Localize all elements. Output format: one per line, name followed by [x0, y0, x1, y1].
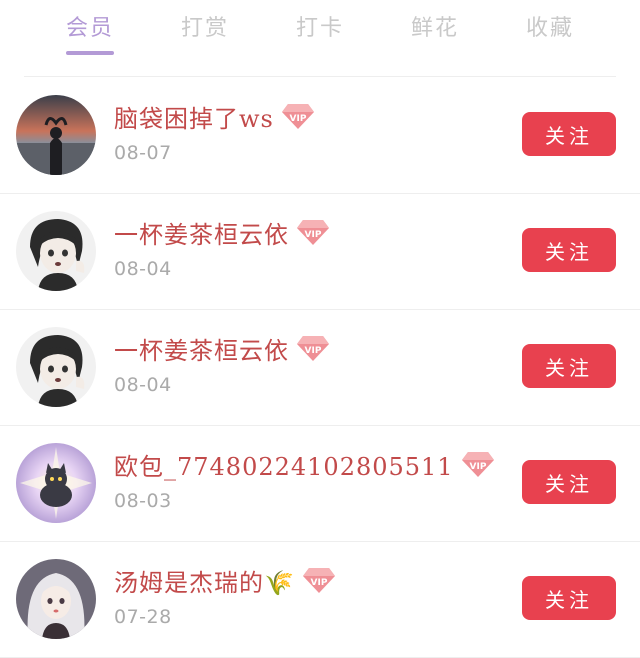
- join-date: 08-04: [114, 374, 172, 396]
- join-date: 07-28: [114, 606, 172, 628]
- user-name[interactable]: 一杯姜茶桓云依: [114, 331, 289, 366]
- user-name[interactable]: 欧包_77480224102805511: [114, 447, 454, 482]
- follow-button[interactable]: 关注: [522, 228, 616, 272]
- join-date: 08-07: [114, 142, 172, 164]
- white-hair-girl-avatar[interactable]: [16, 559, 96, 639]
- list-item: 一杯姜茶桓云依 VIP 08-04 关注: [0, 194, 640, 310]
- tab-favorites[interactable]: 收藏: [510, 10, 590, 42]
- anime-girl-avatar[interactable]: [16, 211, 96, 291]
- tab-checkin[interactable]: 打卡: [280, 10, 360, 42]
- vip-diamond-icon: VIP: [460, 449, 496, 479]
- name-line: 一杯姜茶桓云依 VIP: [114, 215, 331, 250]
- active-tab-indicator: [66, 51, 114, 55]
- vip-diamond-icon: VIP: [295, 333, 331, 363]
- anime-girl-avatar[interactable]: [16, 327, 96, 407]
- name-line: 一杯姜茶桓云依 VIP: [114, 331, 331, 366]
- follow-button[interactable]: 关注: [522, 460, 616, 504]
- member-list: 脑袋困掉了ws VIP 08-07 关注 一杯姜茶桓云依 VIP 08-04 关…: [0, 78, 640, 658]
- divider: [24, 76, 616, 77]
- tab-bar: 会员 打赏 打卡 鲜花 收藏: [0, 0, 640, 77]
- name-line: 欧包_77480224102805511 VIP: [114, 447, 496, 482]
- name-line: 脑袋困掉了ws VIP: [114, 99, 316, 134]
- vip-diamond-icon: VIP: [301, 565, 337, 595]
- svg-text:VIP: VIP: [305, 230, 322, 240]
- join-date: 08-04: [114, 258, 172, 280]
- tab-flowers[interactable]: 鲜花: [395, 10, 475, 42]
- list-item: 汤姆是杰瑞的🌾 VIP 07-28 关注: [0, 542, 640, 658]
- glowing-cat-avatar[interactable]: [16, 443, 96, 523]
- svg-text:VIP: VIP: [289, 114, 306, 124]
- tab-rewards[interactable]: 打赏: [165, 10, 245, 42]
- follow-button[interactable]: 关注: [522, 576, 616, 620]
- list-item: 脑袋困掉了ws VIP 08-07 关注: [0, 78, 640, 194]
- follow-button[interactable]: 关注: [522, 112, 616, 156]
- vip-diamond-icon: VIP: [295, 217, 331, 247]
- svg-text:VIP: VIP: [305, 346, 322, 356]
- list-item: 一杯姜茶桓云依 VIP 08-04 关注: [0, 310, 640, 426]
- name-line: 汤姆是杰瑞的🌾 VIP: [114, 563, 337, 598]
- vip-diamond-icon: VIP: [280, 101, 316, 131]
- heart-hands-photo-avatar[interactable]: [16, 95, 96, 175]
- user-name[interactable]: 一杯姜茶桓云依: [114, 215, 289, 250]
- list-item: 欧包_77480224102805511 VIP 08-03 关注: [0, 426, 640, 542]
- follow-button[interactable]: 关注: [522, 344, 616, 388]
- svg-text:VIP: VIP: [310, 578, 327, 588]
- join-date: 08-03: [114, 490, 172, 512]
- svg-text:VIP: VIP: [469, 462, 486, 472]
- user-name[interactable]: 脑袋困掉了ws: [114, 99, 274, 134]
- user-name[interactable]: 汤姆是杰瑞的🌾: [114, 563, 295, 598]
- tab-members[interactable]: 会员: [50, 10, 130, 42]
